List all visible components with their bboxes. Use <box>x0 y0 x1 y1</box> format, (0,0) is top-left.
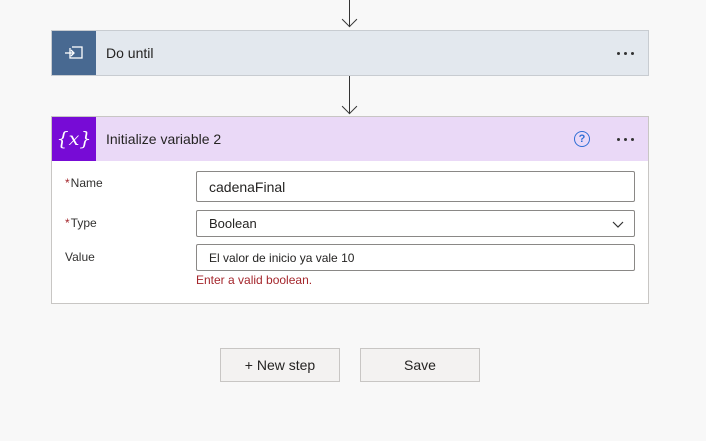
type-select[interactable]: Boolean <box>196 210 635 237</box>
arrowhead-top <box>341 11 358 28</box>
name-label: *Name <box>65 176 103 190</box>
do-until-title: Do until <box>106 45 154 61</box>
value-field[interactable]: El valor de inicio ya vale 10 <box>196 244 635 271</box>
new-step-button[interactable]: + New step <box>220 348 340 382</box>
value-field-value: El valor de inicio ya vale 10 <box>209 250 355 265</box>
required-marker: * <box>65 216 70 230</box>
initialize-variable-card[interactable]: {x} Initialize variable 2 ? *Name cadena… <box>51 116 649 304</box>
name-label-text: Name <box>70 176 103 190</box>
value-label-text: Value <box>65 250 95 264</box>
type-label: *Type <box>65 216 97 230</box>
save-button[interactable]: Save <box>360 348 480 382</box>
required-marker: * <box>65 176 70 190</box>
loop-icon <box>52 31 96 75</box>
initialize-variable-more-button[interactable] <box>617 117 634 161</box>
type-select-value: Boolean <box>209 216 257 231</box>
variable-icon-glyph: {x} <box>56 128 92 150</box>
value-error-message: Enter a valid boolean. <box>196 273 313 287</box>
do-until-more-button[interactable] <box>617 31 634 75</box>
do-until-card[interactable]: Do until <box>51 30 649 76</box>
name-field-value: cadenaFinal <box>209 178 286 195</box>
name-field[interactable]: cadenaFinal <box>196 171 635 202</box>
do-until-header[interactable]: Do until <box>52 31 648 75</box>
help-glyph: ? <box>578 133 586 145</box>
variable-icon: {x} <box>52 117 96 161</box>
help-icon[interactable]: ? <box>574 131 590 147</box>
arrowhead-middle <box>341 98 358 115</box>
initialize-variable-header[interactable]: {x} Initialize variable 2 ? <box>52 117 648 161</box>
chevron-down-icon <box>612 217 624 232</box>
value-label: Value <box>65 250 95 264</box>
initialize-variable-title: Initialize variable 2 <box>106 131 222 147</box>
type-label-text: Type <box>70 216 97 230</box>
